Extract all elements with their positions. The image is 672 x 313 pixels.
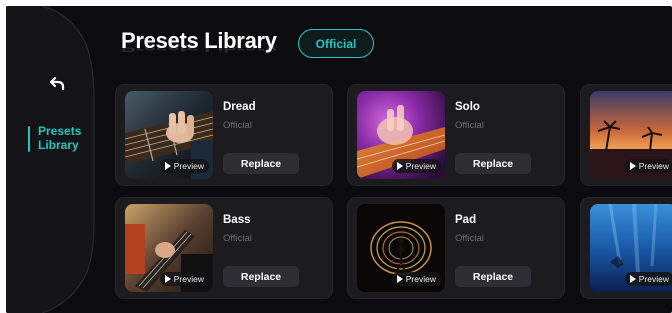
play-icon <box>629 275 636 283</box>
preset-name: Dread <box>223 101 256 113</box>
preset-source: Official <box>455 233 484 244</box>
preset-thumbnail[interactable]: Preview <box>125 91 213 179</box>
preset-source: Official <box>223 233 252 244</box>
replace-button[interactable]: Replace <box>223 266 299 287</box>
preset-card-partial[interactable]: Preview <box>580 84 672 186</box>
play-icon <box>164 162 171 170</box>
page-title: Presets Library <box>121 28 277 53</box>
preview-button[interactable]: Preview <box>391 272 441 286</box>
active-indicator <box>28 126 30 152</box>
official-filter-pill[interactable]: Official <box>298 29 374 58</box>
sidebar: Presets Library <box>6 6 101 313</box>
replace-button[interactable]: Replace <box>455 153 531 174</box>
preset-card-solo[interactable]: Preview Solo Official Replace <box>347 84 565 186</box>
replace-button[interactable]: Replace <box>455 266 531 287</box>
preview-button[interactable]: Preview <box>624 159 672 173</box>
play-icon <box>396 275 403 283</box>
play-icon <box>164 275 171 283</box>
play-icon <box>396 162 403 170</box>
replace-button[interactable]: Replace <box>223 153 299 174</box>
preset-source: Official <box>455 120 484 131</box>
preset-name: Bass <box>223 214 251 226</box>
preset-card-bass[interactable]: Preview Bass Official Replace <box>115 197 333 299</box>
play-icon <box>629 162 636 170</box>
preview-button[interactable]: Preview <box>159 159 209 173</box>
preset-card-pad[interactable]: Preview Pad Official Replace <box>347 197 565 299</box>
sidebar-item-label: Presets Library <box>38 124 82 152</box>
app-window: Presets Library Presets Library Presets … <box>6 6 672 313</box>
back-arrow-icon[interactable] <box>48 74 68 94</box>
preset-thumbnail[interactable]: Preview <box>357 91 445 179</box>
preview-button[interactable]: Preview <box>624 272 672 286</box>
preset-name: Solo <box>455 101 480 113</box>
preset-thumbnail[interactable]: Preview <box>590 204 672 292</box>
preset-thumbnail[interactable]: Preview <box>357 204 445 292</box>
preset-name: Pad <box>455 214 477 226</box>
sidebar-item-presets-library[interactable]: Presets Library <box>28 124 92 164</box>
preset-card-partial[interactable]: Preview <box>580 197 672 299</box>
preset-thumbnail[interactable]: Preview <box>125 204 213 292</box>
preset-card-dread[interactable]: Preview Dread Official Replace <box>115 84 333 186</box>
preview-button[interactable]: Preview <box>159 272 209 286</box>
preview-button[interactable]: Preview <box>391 159 441 173</box>
preset-source: Official <box>223 120 252 131</box>
preset-thumbnail[interactable]: Preview <box>590 91 672 179</box>
